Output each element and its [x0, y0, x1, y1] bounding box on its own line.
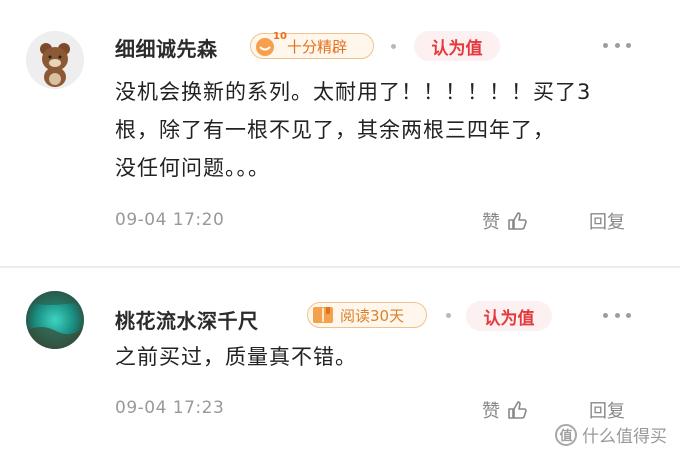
worth-button[interactable]: 认为值 — [466, 301, 552, 331]
avatar[interactable] — [26, 291, 84, 349]
comment-text: 之前买过，质量真不错。 — [115, 338, 635, 376]
like-button[interactable]: 赞 — [482, 397, 528, 423]
like-label: 赞 — [482, 401, 500, 422]
landscape-avatar-icon — [26, 291, 84, 349]
book-icon — [313, 307, 333, 323]
comment-line: 之前买过，质量真不错。 — [115, 345, 357, 369]
reply-button[interactable]: 回复 — [589, 397, 625, 423]
username[interactable]: 桃花流水深千尺 — [115, 305, 259, 334]
watermark: 值 什么值得买 — [555, 422, 667, 447]
user-badge[interactable]: 阅读30天 — [307, 302, 427, 328]
reply-label: 回复 — [589, 401, 625, 422]
watermark-text: 什么值得买 — [582, 427, 667, 447]
more-options-icon[interactable] — [603, 313, 631, 319]
comment-time: 09-04 17:23 — [115, 398, 225, 418]
thumbs-up-icon — [508, 401, 527, 419]
separator-dot — [446, 313, 451, 318]
comment-item: 桃花流水深千尺 阅读30天 认为值 之前买过，质量真不错。 09-04 17:2… — [0, 0, 680, 452]
site-logo-icon: 值 — [555, 423, 577, 446]
badge-label: 阅读30天 — [340, 306, 405, 325]
